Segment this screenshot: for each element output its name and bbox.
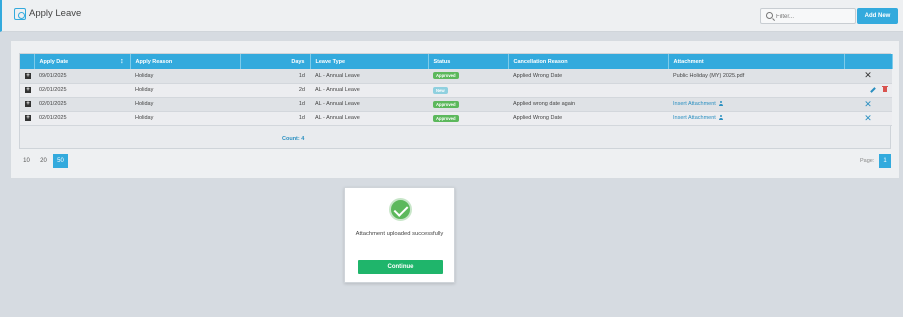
table-row[interactable]: + 02/01/2025 Holiday 1d AL - Annual Leav…: [20, 97, 892, 111]
status-badge: Approved: [433, 72, 459, 80]
insert-attachment-link[interactable]: Insert Attachment: [673, 101, 716, 107]
row-count: Count: 4: [282, 136, 305, 142]
table-row[interactable]: + 09/01/2025 Holiday 1d AL - Annual Leav…: [20, 69, 892, 83]
col-header-days[interactable]: Days: [240, 54, 311, 69]
expand-icon[interactable]: +: [25, 115, 31, 121]
table-row[interactable]: + 02/01/2025 Holiday 1d AL - Annual Leav…: [20, 111, 892, 125]
status-badge: Approved: [433, 114, 459, 122]
leave-grid: Apply Date ⋮ Apply Reason Days Leave Typ…: [19, 53, 893, 149]
page-title: Apply Leave: [29, 8, 82, 19]
close-icon[interactable]: ✕: [864, 71, 872, 80]
trash-icon[interactable]: [882, 85, 888, 93]
leave-card: Apply Date ⋮ Apply Reason Days Leave Typ…: [10, 40, 900, 179]
upload-user-icon[interactable]: [719, 101, 724, 107]
calendar-icon: [14, 8, 26, 20]
expand-icon[interactable]: +: [25, 72, 31, 79]
col-header-apply-reason[interactable]: Apply Reason: [130, 54, 241, 69]
top-bar: Apply Leave Add New: [0, 0, 903, 32]
status-badge: Approved: [433, 100, 459, 108]
col-header-cancellation-reason[interactable]: Cancellation Reason: [508, 54, 669, 69]
page-size-50[interactable]: 50: [53, 154, 68, 168]
page-size-20[interactable]: 20: [36, 154, 51, 168]
check-circle-icon: [389, 198, 412, 221]
col-header-attachment[interactable]: Attachment: [668, 54, 845, 69]
continue-button[interactable]: Continue: [358, 260, 443, 274]
expand-icon[interactable]: +: [25, 87, 31, 93]
search-icon: [766, 12, 773, 19]
table-header-row: Apply Date ⋮ Apply Reason Days Leave Typ…: [20, 54, 893, 69]
edit-icon[interactable]: [870, 86, 877, 93]
filter-input[interactable]: [776, 11, 852, 22]
table-row[interactable]: + 02/01/2025 Holiday 2d AL - Annual Leav…: [20, 83, 892, 97]
leave-table: Apply Date ⋮ Apply Reason Days Leave Typ…: [20, 54, 893, 126]
page-size-10[interactable]: 10: [19, 154, 34, 168]
page-size-selector: 10 20 50: [19, 154, 68, 168]
upload-user-icon[interactable]: [719, 115, 724, 121]
add-new-button[interactable]: Add New: [857, 8, 898, 24]
page-label: Page:: [860, 158, 875, 164]
col-header-apply-date[interactable]: Apply Date ⋮: [34, 54, 131, 69]
attachment-file[interactable]: Public Holiday (MY) 2025.pdf: [668, 69, 844, 83]
close-icon[interactable]: ✕: [864, 99, 872, 109]
close-icon[interactable]: ✕: [864, 113, 872, 123]
column-menu-icon[interactable]: ⋮: [119, 59, 125, 65]
success-dialog: Attachment uploaded successfully Continu…: [344, 187, 455, 283]
expand-icon[interactable]: +: [25, 101, 31, 107]
filter-box[interactable]: [760, 8, 856, 24]
dialog-message: Attachment uploaded successfully: [355, 231, 444, 237]
grid-footer: Count: 4: [20, 128, 890, 148]
col-header-status[interactable]: Status: [428, 54, 509, 69]
status-badge: New: [433, 86, 448, 94]
page-button-1[interactable]: 1: [879, 154, 891, 168]
col-header-leave-type[interactable]: Leave Type: [310, 54, 429, 69]
insert-attachment-link[interactable]: Insert Attachment: [673, 115, 716, 121]
